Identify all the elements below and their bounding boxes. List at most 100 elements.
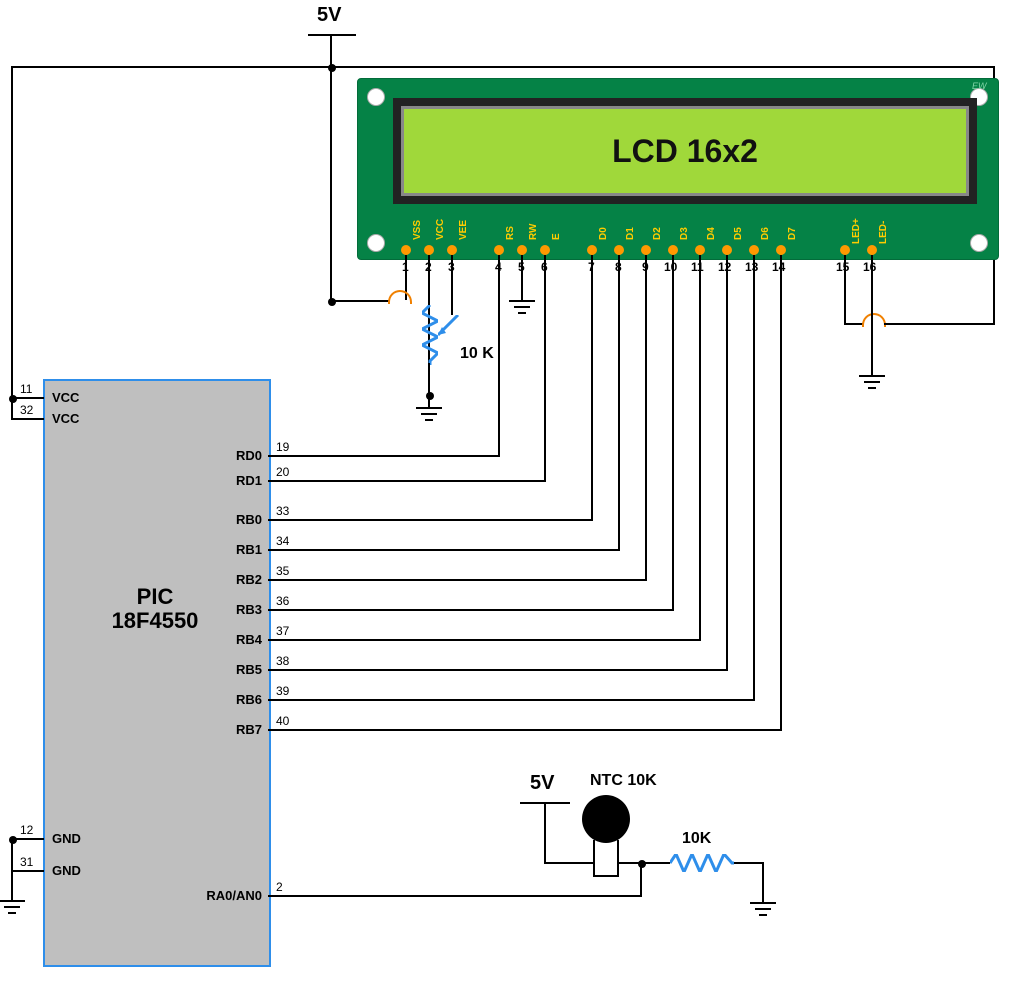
lcd-pad <box>668 245 678 255</box>
pin-label: RB5 <box>222 662 262 677</box>
ground-icon <box>509 300 535 302</box>
wire <box>276 609 674 611</box>
pin-tick <box>36 838 44 840</box>
wire <box>591 255 593 519</box>
ground-icon <box>750 902 776 904</box>
wire <box>780 255 782 729</box>
wire <box>618 255 620 549</box>
ground-icon <box>421 413 437 415</box>
wire <box>726 255 728 669</box>
wire <box>498 255 500 455</box>
lcd-pin-label: D3 <box>679 227 690 240</box>
wire <box>640 862 670 864</box>
ground-icon <box>868 387 876 389</box>
pin-number: 39 <box>276 684 289 698</box>
lcd-pad <box>867 245 877 255</box>
lcd-pin-num: 14 <box>772 260 785 274</box>
ground-icon <box>8 912 16 914</box>
wire <box>544 255 546 480</box>
pin-tick <box>268 895 276 897</box>
pin-tick <box>268 699 276 701</box>
lcd-pin-num: 12 <box>718 260 731 274</box>
pin-label: RD1 <box>222 473 262 488</box>
pin-number: 19 <box>276 440 289 454</box>
mcu-title: PIC 18F4550 <box>65 585 245 633</box>
resistor-value: 10K <box>682 830 711 848</box>
wire <box>521 255 523 300</box>
pin-tick <box>36 418 44 420</box>
lcd-pad <box>614 245 624 255</box>
wire-hop <box>862 313 886 327</box>
ground-icon <box>864 381 880 383</box>
net-node <box>9 395 17 403</box>
lcd-pad <box>587 245 597 255</box>
wire <box>276 519 593 521</box>
wire <box>428 363 430 395</box>
pin-tick <box>268 549 276 551</box>
pin-number: 11 <box>20 382 32 396</box>
lcd-pin-label: D1 <box>625 227 636 240</box>
wire <box>276 455 500 457</box>
mcu-title-l1: PIC <box>137 584 174 609</box>
wire <box>330 66 332 302</box>
ground-icon <box>859 375 885 377</box>
wire <box>276 699 755 701</box>
lcd-mount-hole <box>367 234 385 252</box>
pin-label: RB1 <box>222 542 262 557</box>
wire <box>734 862 764 864</box>
label-5v-sensor: 5V <box>530 772 554 795</box>
pin-tick <box>36 397 44 399</box>
lcd-pin-label: D2 <box>652 227 663 240</box>
pin-number: 12 <box>20 823 33 837</box>
pin-tick <box>268 579 276 581</box>
wire <box>844 323 864 325</box>
potentiometer-icon <box>422 305 438 365</box>
net-node <box>328 298 336 306</box>
resistor-icon <box>670 854 734 872</box>
wire-hop <box>388 290 412 304</box>
wire <box>11 66 13 418</box>
net-node <box>9 836 17 844</box>
wire <box>330 34 332 66</box>
pin-tick <box>268 639 276 641</box>
wire <box>871 255 873 375</box>
lcd-pad <box>494 245 504 255</box>
lcd-pin-label: D5 <box>733 227 744 240</box>
pin-label: RD0 <box>222 448 262 463</box>
ground-icon <box>428 395 430 407</box>
ground-icon <box>416 407 442 409</box>
lcd-pin-label: D4 <box>706 227 717 240</box>
pin-number: 2 <box>276 880 283 894</box>
wire <box>276 480 546 482</box>
lcd-pin-label: RW <box>528 224 539 240</box>
pot-wiper-arrow-icon <box>438 315 468 345</box>
lcd-pad <box>401 245 411 255</box>
pin-tick <box>268 669 276 671</box>
pin-label: RB2 <box>222 572 262 587</box>
wire <box>330 66 995 68</box>
ground-icon <box>518 312 526 314</box>
wire <box>544 862 594 864</box>
pin-number: 33 <box>276 504 289 518</box>
wire <box>451 255 453 315</box>
ground-icon <box>425 419 433 421</box>
pin-label: RB6 <box>222 692 262 707</box>
pin-label: GND <box>52 831 81 846</box>
ground-icon <box>514 306 530 308</box>
wire <box>762 862 764 902</box>
wire <box>544 802 546 862</box>
wire <box>699 255 701 639</box>
pin-tick <box>268 609 276 611</box>
ground-icon <box>759 914 767 916</box>
lcd-pad <box>695 245 705 255</box>
lcd-pin-label: LED- <box>878 221 889 244</box>
pin-label: RB4 <box>222 632 262 647</box>
ground-icon <box>0 900 25 902</box>
lcd-mount-hole <box>367 88 385 106</box>
wire <box>884 323 995 325</box>
wire <box>11 870 37 872</box>
potentiometer-value: 10 K <box>460 345 494 363</box>
lcd-pin-label: D0 <box>598 227 609 240</box>
wire <box>753 255 755 699</box>
pin-label: VCC <box>52 411 79 426</box>
